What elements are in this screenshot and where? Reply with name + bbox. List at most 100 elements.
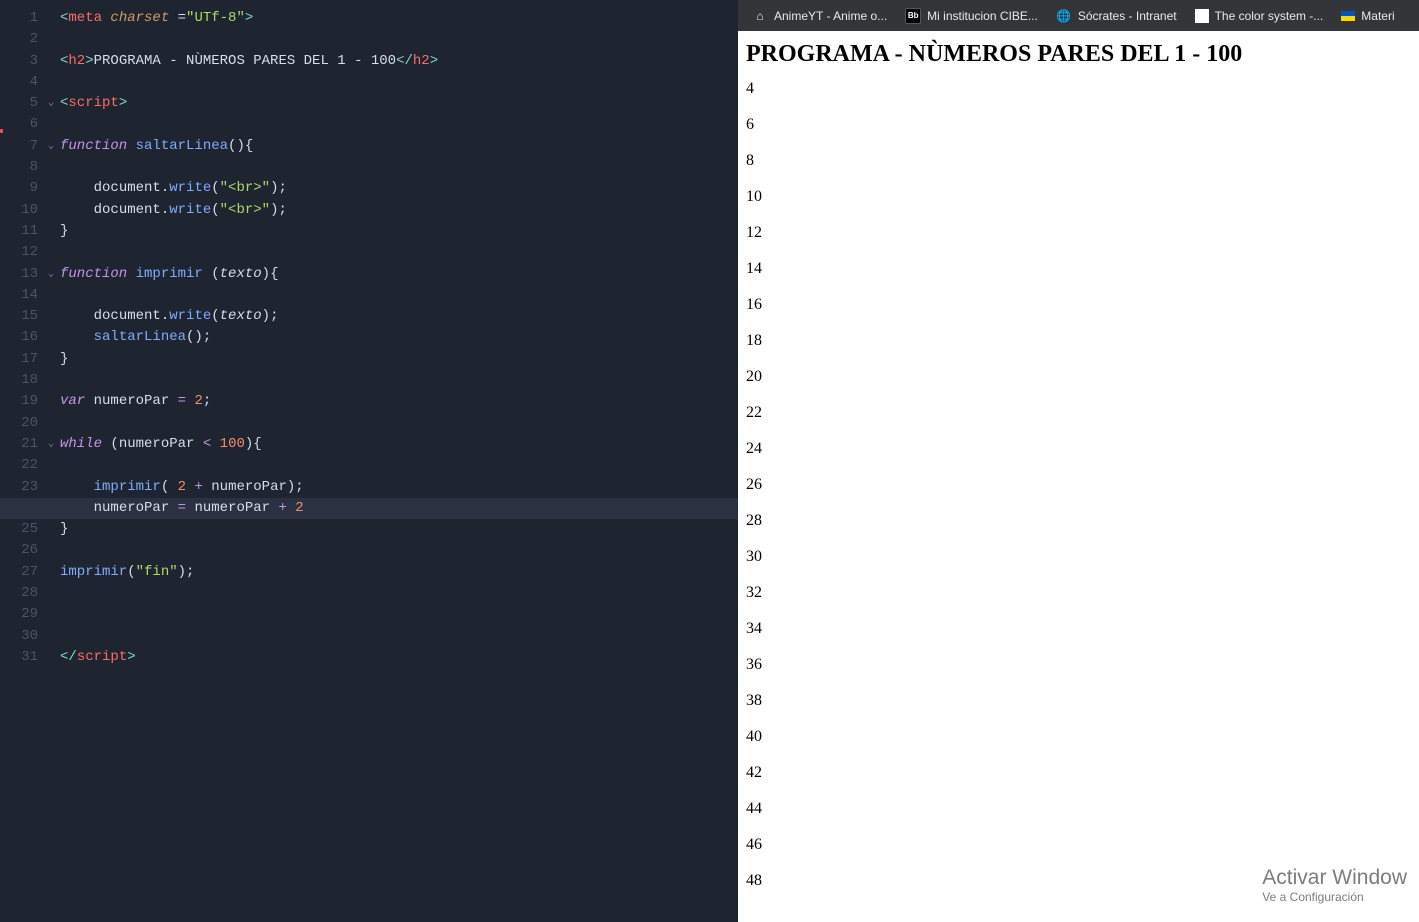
code-line[interactable]: document.write(texto); xyxy=(60,306,738,327)
bb-icon: Bb xyxy=(905,8,921,24)
bookmark-item[interactable]: ⌂AnimeYT - Anime o... xyxy=(746,4,893,28)
line-number: 1 xyxy=(0,8,38,29)
code-line[interactable] xyxy=(60,157,738,178)
line-number: 22 xyxy=(0,455,38,476)
fold-marker[interactable] xyxy=(44,178,58,199)
line-number: 19 xyxy=(0,391,38,412)
fold-marker[interactable] xyxy=(44,583,58,604)
code-line[interactable]: numeroPar = numeroPar + 2 xyxy=(0,498,738,519)
bookmark-item[interactable]: Materi xyxy=(1335,5,1400,27)
code-line[interactable] xyxy=(60,626,738,647)
fold-marker[interactable] xyxy=(44,562,58,583)
fold-marker[interactable]: ⌄ xyxy=(44,136,58,157)
bookmark-item[interactable]: 🌐 Sócrates - Intranet xyxy=(1050,4,1183,28)
code-line[interactable]: <script> xyxy=(60,93,738,114)
code-line[interactable]: imprimir("fin"); xyxy=(60,562,738,583)
code-content[interactable]: <meta charset ="UTf-8"> <h2>PROGRAMA - NÙ… xyxy=(58,0,738,922)
code-line[interactable]: document.write("<br>"); xyxy=(60,200,738,221)
fold-marker[interactable] xyxy=(44,157,58,178)
line-number: 14 xyxy=(0,285,38,306)
output-number: 40 xyxy=(746,728,1411,746)
line-number: 3 xyxy=(0,51,38,72)
output-number: 14 xyxy=(746,260,1411,278)
fold-marker[interactable] xyxy=(44,477,58,498)
code-line[interactable] xyxy=(60,370,738,391)
fold-marker[interactable] xyxy=(44,540,58,561)
code-line[interactable] xyxy=(60,72,738,93)
bookmark-label: Sócrates - Intranet xyxy=(1078,9,1177,23)
fold-marker[interactable] xyxy=(44,604,58,625)
line-number: 30 xyxy=(0,626,38,647)
code-line[interactable] xyxy=(60,604,738,625)
code-line[interactable] xyxy=(60,455,738,476)
line-number: 26 xyxy=(0,540,38,561)
fold-marker[interactable] xyxy=(44,626,58,647)
code-line[interactable]: } xyxy=(60,519,738,540)
line-number: 6 xyxy=(0,114,38,135)
fold-marker[interactable]: ⌄ xyxy=(44,264,58,285)
code-line[interactable]: var numeroPar = 2; xyxy=(60,391,738,412)
fold-marker[interactable] xyxy=(44,391,58,412)
code-line[interactable] xyxy=(60,114,738,135)
line-number: 18 xyxy=(0,370,38,391)
fold-gutter: ⌄ ⌄ ⌄ ⌄ xyxy=(44,0,58,922)
line-number: 8 xyxy=(0,157,38,178)
code-line[interactable]: <h2>PROGRAMA - NÙMEROS PARES DEL 1 - 100… xyxy=(60,51,738,72)
fold-marker[interactable]: ⌄ xyxy=(44,434,58,455)
code-line[interactable]: imprimir( 2 + numeroPar); xyxy=(60,477,738,498)
code-line[interactable] xyxy=(60,583,738,604)
line-number: 7 xyxy=(0,136,38,157)
fold-marker[interactable] xyxy=(44,242,58,263)
globe-icon: 🌐 xyxy=(1056,8,1072,24)
fold-marker[interactable] xyxy=(44,285,58,306)
bookmark-bar[interactable]: ⌂AnimeYT - Anime o...BbMi institucion CI… xyxy=(738,0,1419,31)
fold-marker[interactable] xyxy=(44,8,58,29)
code-line[interactable]: saltarLinea(); xyxy=(60,327,738,348)
bookmark-item[interactable]: The color system -... xyxy=(1189,5,1330,27)
code-line[interactable] xyxy=(60,242,738,263)
fold-marker[interactable] xyxy=(44,349,58,370)
line-number: 16 xyxy=(0,327,38,348)
code-line[interactable] xyxy=(60,540,738,561)
line-number: 23 xyxy=(0,477,38,498)
code-line[interactable]: </script> xyxy=(60,647,738,668)
fold-marker[interactable] xyxy=(44,72,58,93)
fold-marker[interactable] xyxy=(44,200,58,221)
code-line[interactable]: } xyxy=(60,221,738,242)
output-number: 12 xyxy=(746,224,1411,242)
rendered-page: PROGRAMA - NÙMEROS PARES DEL 1 - 100 468… xyxy=(738,31,1419,922)
fold-marker[interactable] xyxy=(44,413,58,434)
fold-marker[interactable] xyxy=(44,114,58,135)
fold-marker[interactable] xyxy=(44,306,58,327)
code-line[interactable] xyxy=(60,413,738,434)
fold-marker[interactable] xyxy=(44,519,58,540)
code-line[interactable]: document.write("<br>"); xyxy=(60,178,738,199)
fold-marker[interactable] xyxy=(44,647,58,668)
line-number: 27 xyxy=(0,562,38,583)
code-line[interactable]: while (numeroPar < 100){ xyxy=(60,434,738,455)
code-line[interactable]: } xyxy=(60,349,738,370)
output-number: 34 xyxy=(746,620,1411,638)
line-number: 4 xyxy=(0,72,38,93)
code-line[interactable]: function saltarLinea(){ xyxy=(60,136,738,157)
fold-marker[interactable] xyxy=(44,29,58,50)
code-line[interactable]: function imprimir (texto){ xyxy=(60,264,738,285)
bookmark-label: The color system -... xyxy=(1215,9,1324,23)
code-editor-pane[interactable]: 1234567891011121314151617181920212223242… xyxy=(0,0,738,922)
windows-activation-watermark: Activar Window Ve a Configuración xyxy=(1262,866,1407,904)
fold-marker[interactable] xyxy=(44,370,58,391)
line-number: 17 xyxy=(0,349,38,370)
fold-marker[interactable] xyxy=(44,51,58,72)
code-line[interactable] xyxy=(60,285,738,306)
fold-marker[interactable] xyxy=(44,455,58,476)
code-line[interactable] xyxy=(60,29,738,50)
line-number: 13 xyxy=(0,264,38,285)
fold-marker[interactable] xyxy=(44,221,58,242)
output-number: 30 xyxy=(746,548,1411,566)
code-line[interactable]: <meta charset ="UTf-8"> xyxy=(60,8,738,29)
fold-marker[interactable]: ⌄ xyxy=(44,93,58,114)
line-number: 2 xyxy=(0,29,38,50)
fold-marker[interactable] xyxy=(44,327,58,348)
output-number: 16 xyxy=(746,296,1411,314)
bookmark-item[interactable]: BbMi institucion CIBE... xyxy=(899,4,1044,28)
